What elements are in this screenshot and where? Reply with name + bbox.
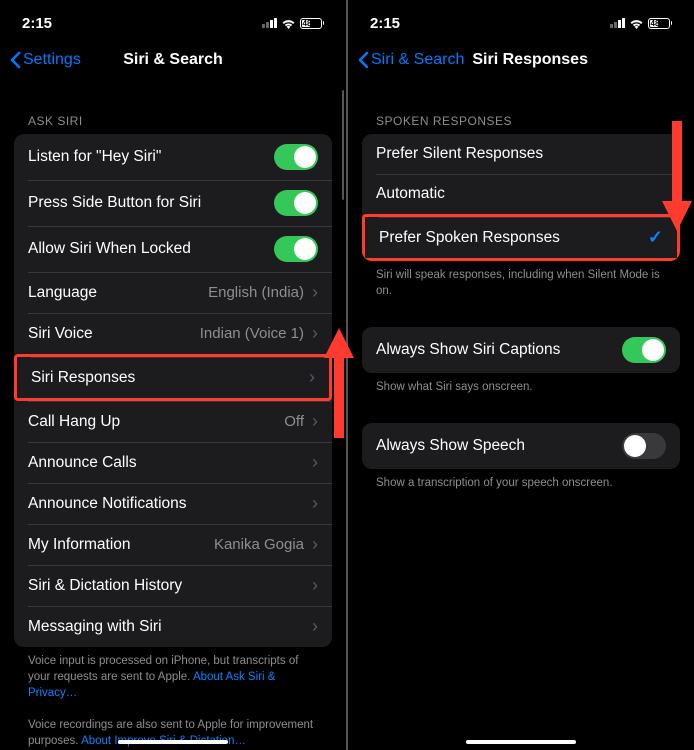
back-button[interactable]: Settings: [10, 51, 81, 69]
annotation-arrow-icon: [662, 121, 692, 231]
status-bar: 2:15 48: [0, 0, 346, 40]
battery-icon: 48: [648, 18, 673, 29]
scroll-indicator[interactable]: [342, 90, 345, 200]
row-label: Siri & Dictation History: [28, 577, 182, 595]
row-label: Siri Responses: [31, 369, 135, 387]
chevron-left-icon: [358, 51, 369, 69]
status-time: 2:15: [22, 15, 52, 32]
settings-group-captions: Always Show Siri Captions: [362, 327, 680, 373]
section-header-spoken-responses: SPOKEN RESPONSES: [362, 80, 680, 134]
row-announce-calls[interactable]: Announce Calls ›: [14, 442, 332, 483]
left-phone-screen: 2:15 48 Settings Siri & Search ASK SIRI …: [0, 0, 348, 750]
row-label: Announce Notifications: [28, 495, 187, 513]
chevron-left-icon: [10, 51, 21, 69]
home-indicator[interactable]: [118, 740, 228, 744]
toggle-when-locked[interactable]: [274, 236, 318, 262]
chevron-right-icon: ›: [312, 534, 318, 555]
row-value: Indian (Voice 1): [200, 325, 304, 342]
row-my-information[interactable]: My Information Kanika Gogia ›: [14, 524, 332, 565]
row-label: Announce Calls: [28, 454, 137, 472]
page-title: Siri & Search: [123, 51, 223, 69]
page-title: Siri Responses: [472, 51, 588, 69]
chevron-right-icon: ›: [309, 367, 315, 388]
nav-bar: Settings Siri & Search: [0, 40, 346, 80]
toggle-hey-siri[interactable]: [274, 144, 318, 170]
footer-text: Siri will speak responses, including whe…: [362, 261, 680, 309]
back-label: Siri & Search: [371, 51, 464, 69]
row-value: Kanika Gogia: [214, 536, 304, 553]
section-header-ask-siri: ASK SIRI: [14, 80, 332, 134]
settings-group-speech: Always Show Speech: [362, 423, 680, 469]
chevron-right-icon: ›: [312, 493, 318, 514]
row-siri-dictation-history[interactable]: Siri & Dictation History ›: [14, 565, 332, 606]
row-value: Off: [284, 413, 304, 430]
back-button[interactable]: Siri & Search: [358, 51, 464, 69]
toggle-show-speech[interactable]: [622, 433, 666, 459]
row-label: My Information: [28, 536, 131, 554]
row-label: Press Side Button for Siri: [28, 194, 201, 212]
battery-icon: 48: [300, 18, 325, 29]
nav-bar: Siri & Search Siri Responses: [348, 40, 694, 80]
footer-text: Show a transcription of your speech onsc…: [362, 469, 680, 501]
toggle-side-button[interactable]: [274, 190, 318, 216]
row-call-hangup[interactable]: Call Hang Up Off ›: [14, 401, 332, 442]
checkmark-icon: ✓: [648, 227, 663, 248]
row-label: Always Show Siri Captions: [376, 341, 560, 359]
row-label: Always Show Speech: [376, 437, 525, 455]
status-bar: 2:15 48: [348, 0, 694, 40]
row-label: Messaging with Siri: [28, 618, 162, 636]
row-siri-responses[interactable]: Siri Responses ›: [14, 354, 332, 401]
row-announce-notifications[interactable]: Announce Notifications ›: [14, 483, 332, 524]
row-show-captions[interactable]: Always Show Siri Captions: [362, 327, 680, 373]
chevron-right-icon: ›: [312, 616, 318, 637]
row-side-button[interactable]: Press Side Button for Siri: [14, 180, 332, 226]
row-when-locked[interactable]: Allow Siri When Locked: [14, 226, 332, 272]
row-label: Language: [28, 284, 97, 302]
row-language[interactable]: Language English (India) ›: [14, 272, 332, 313]
row-show-speech[interactable]: Always Show Speech: [362, 423, 680, 469]
row-value: English (India): [208, 284, 304, 301]
toggle-show-captions[interactable]: [622, 337, 666, 363]
settings-group-ask-siri: Listen for "Hey Siri" Press Side Button …: [14, 134, 332, 647]
status-time: 2:15: [370, 15, 400, 32]
wifi-icon: [281, 18, 296, 29]
chevron-right-icon: ›: [312, 323, 318, 344]
footer-text: Voice recordings are also sent to Apple …: [14, 711, 332, 750]
row-label: Prefer Spoken Responses: [379, 229, 560, 247]
row-label: Prefer Silent Responses: [376, 145, 543, 163]
row-prefer-spoken[interactable]: Prefer Spoken Responses ✓: [362, 214, 680, 261]
row-label: Siri Voice: [28, 325, 93, 343]
row-label: Allow Siri When Locked: [28, 240, 191, 258]
row-hey-siri[interactable]: Listen for "Hey Siri": [14, 134, 332, 180]
row-siri-voice[interactable]: Siri Voice Indian (Voice 1) ›: [14, 313, 332, 354]
row-messaging-with-siri[interactable]: Messaging with Siri ›: [14, 606, 332, 647]
chevron-right-icon: ›: [312, 411, 318, 432]
signal-icon: [262, 18, 277, 28]
annotation-arrow-icon: [324, 328, 354, 438]
wifi-icon: [629, 18, 644, 29]
row-prefer-silent[interactable]: Prefer Silent Responses: [362, 134, 680, 174]
row-label: Automatic: [376, 185, 445, 203]
row-label: Listen for "Hey Siri": [28, 148, 161, 166]
chevron-right-icon: ›: [312, 575, 318, 596]
signal-icon: [610, 18, 625, 28]
row-label: Call Hang Up: [28, 413, 120, 431]
footer-text: Voice input is processed on iPhone, but …: [14, 647, 332, 711]
back-label: Settings: [23, 51, 81, 69]
chevron-right-icon: ›: [312, 452, 318, 473]
row-automatic[interactable]: Automatic: [362, 174, 680, 214]
settings-group-spoken-responses: Prefer Silent Responses Automatic Prefer…: [362, 134, 680, 261]
home-indicator[interactable]: [466, 740, 576, 744]
right-phone-screen: 2:15 48 Siri & Search Siri Responses SPO…: [348, 0, 694, 750]
chevron-right-icon: ›: [312, 282, 318, 303]
footer-text: Show what Siri says onscreen.: [362, 373, 680, 405]
